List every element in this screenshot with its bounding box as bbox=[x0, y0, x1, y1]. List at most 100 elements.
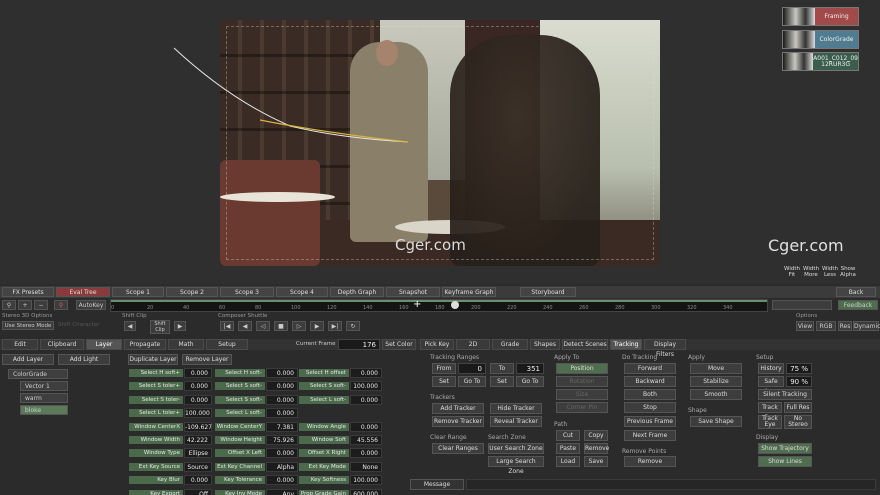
current-frame-field[interactable]: 176 bbox=[338, 339, 380, 350]
feedback-button[interactable]: Feedback bbox=[838, 300, 878, 310]
no-stereo-button[interactable]: No Stereo bbox=[784, 415, 812, 429]
tab-storyboard[interactable]: Storyboard bbox=[520, 287, 576, 297]
loop-icon[interactable]: ↻ bbox=[346, 321, 360, 331]
param-value[interactable]: 0.000 bbox=[350, 368, 382, 378]
param-value[interactable]: 45.556 bbox=[350, 435, 382, 445]
both-button[interactable]: Both bbox=[624, 389, 676, 400]
step-back-icon[interactable]: ◀ bbox=[238, 321, 252, 331]
reveal-tracker-button[interactable]: Reveal Tracker bbox=[490, 416, 542, 427]
param-value[interactable]: 100.000 bbox=[350, 381, 382, 392]
tab-display-filters[interactable]: Display Filters bbox=[644, 339, 686, 358]
dynamic-button[interactable]: Dynamic bbox=[853, 321, 880, 331]
tab-scope-3[interactable]: Scope 3 bbox=[220, 287, 274, 297]
key-icon[interactable]: ⚲ bbox=[54, 300, 68, 310]
full-res-button[interactable]: Full Res bbox=[784, 402, 812, 413]
param-value[interactable]: 0.000 bbox=[266, 368, 298, 378]
tab-detect-scenes[interactable]: Detect Scenes bbox=[562, 339, 608, 350]
layer-vector-1[interactable]: Vector 1 bbox=[20, 381, 68, 391]
stop-button[interactable]: Stop bbox=[624, 402, 676, 413]
param-value[interactable]: 100.000 bbox=[350, 475, 382, 486]
magnify-icon[interactable]: ⚲ bbox=[2, 300, 16, 310]
width-less-button[interactable]: Width Less bbox=[822, 266, 838, 278]
param-value[interactable]: Alpha bbox=[266, 461, 298, 472]
tab-grade[interactable]: Grade bbox=[492, 339, 528, 350]
param-value[interactable]: 0.000 bbox=[350, 421, 382, 432]
corner-pin-button[interactable]: Corner Pin bbox=[556, 402, 608, 413]
user-search-zone-button[interactable]: User Search Zone bbox=[488, 443, 544, 454]
view-button[interactable]: View bbox=[796, 321, 814, 331]
param-value[interactable]: None bbox=[350, 461, 382, 472]
keyframe-marker[interactable] bbox=[451, 301, 459, 309]
previous-frame-button[interactable]: Previous Frame bbox=[624, 416, 676, 427]
width-more-button[interactable]: Width More bbox=[803, 266, 819, 278]
back-button[interactable]: Back bbox=[836, 287, 876, 297]
copy-button[interactable]: Copy bbox=[584, 430, 608, 441]
param-value[interactable]: 0.000 bbox=[266, 448, 298, 459]
from-field[interactable]: 0 bbox=[458, 363, 486, 374]
tab-scope-1[interactable]: Scope 1 bbox=[112, 287, 164, 297]
next-frame-button[interactable]: Next Frame bbox=[624, 430, 676, 441]
tab-clipboard[interactable]: Clipboard bbox=[40, 339, 84, 350]
set-to-button[interactable]: Set bbox=[490, 376, 514, 387]
pick-key-button[interactable]: Pick Key bbox=[420, 339, 454, 350]
param-value[interactable]: 0.000 bbox=[266, 394, 298, 405]
param-value[interactable]: 600.000 bbox=[350, 488, 382, 495]
tab-setup[interactable]: Setup bbox=[206, 339, 248, 350]
shift-left-button[interactable]: ◀ bbox=[124, 321, 136, 331]
go-start-icon[interactable]: |◀ bbox=[220, 321, 234, 331]
remove-layer-button[interactable]: Remove Layer bbox=[182, 354, 232, 365]
load-button[interactable]: Load bbox=[556, 456, 580, 467]
history-field[interactable]: 75 % bbox=[786, 363, 812, 374]
show-alpha-button[interactable]: Show Alpha bbox=[840, 266, 856, 278]
playhead-icon[interactable]: + bbox=[413, 299, 421, 311]
tab-layer[interactable]: Layer bbox=[86, 339, 122, 350]
play-icon[interactable]: ▷ bbox=[292, 321, 306, 331]
step-forward-icon[interactable]: ▶ bbox=[310, 321, 324, 331]
tab-eval-tree[interactable]: Eval Tree bbox=[56, 287, 110, 297]
tab-shapes[interactable]: Shapes bbox=[530, 339, 560, 350]
remove-points-button[interactable]: Remove bbox=[624, 456, 676, 467]
add-tracker-button[interactable]: Add Tracker bbox=[432, 403, 484, 414]
show-trajectory-button[interactable]: Show Trajectory bbox=[758, 443, 812, 454]
param-value[interactable]: 0.000 bbox=[266, 381, 298, 392]
param-value[interactable]: 7.381 bbox=[266, 421, 298, 432]
backward-button[interactable]: Backward bbox=[624, 376, 676, 387]
clear-ranges-button[interactable]: Clear Ranges bbox=[432, 443, 484, 454]
tab-depth-graph[interactable]: Depth Graph bbox=[330, 287, 384, 297]
save-button[interactable]: Save bbox=[584, 456, 608, 467]
goto-from-button[interactable]: Go To bbox=[458, 376, 486, 387]
zoom-in-icon[interactable]: + bbox=[18, 300, 32, 310]
param-value[interactable]: Off bbox=[184, 488, 212, 495]
layer-colorgrade[interactable]: ColorGrade bbox=[8, 369, 68, 379]
move-button[interactable]: Move bbox=[690, 363, 742, 374]
cut-button[interactable]: Cut bbox=[556, 430, 580, 441]
layer-warm[interactable]: warm bbox=[20, 393, 68, 403]
hide-tracker-button[interactable]: Hide Tracker bbox=[490, 403, 542, 414]
tab-keyframe-graph[interactable]: Keyframe Graph bbox=[442, 287, 496, 297]
tab-scope-4[interactable]: Scope 4 bbox=[276, 287, 328, 297]
param-value[interactable]: 0.000 bbox=[184, 475, 212, 486]
param-value[interactable]: 100.000 bbox=[184, 408, 212, 419]
add-layer-button[interactable]: Add Layer bbox=[2, 354, 54, 365]
width-fit-button[interactable]: Width Fit bbox=[784, 266, 800, 278]
smooth-button[interactable]: Smooth bbox=[690, 389, 742, 400]
goto-to-button[interactable]: Go To bbox=[516, 376, 544, 387]
duplicate-layer-button[interactable]: Duplicate Layer bbox=[128, 354, 178, 365]
param-value[interactable]: 0.000 bbox=[350, 448, 382, 459]
rgb-button[interactable]: RGB bbox=[816, 321, 836, 331]
paste-button[interactable]: Paste bbox=[556, 443, 580, 454]
silent-tracking-button[interactable]: Silent Tracking bbox=[758, 389, 812, 400]
layer-bloke[interactable]: bloke bbox=[20, 405, 68, 415]
tab-tracking[interactable]: Tracking bbox=[610, 339, 642, 350]
param-value[interactable]: Source bbox=[184, 461, 212, 472]
tab-propagate[interactable]: Propagate bbox=[124, 339, 166, 350]
param-value[interactable]: 42.222 bbox=[184, 435, 212, 445]
tab-math[interactable]: Math bbox=[168, 339, 204, 350]
size-button[interactable]: Size bbox=[556, 389, 608, 400]
node-source-clip[interactable]: A001_C012_09 12RUR3G bbox=[782, 52, 859, 71]
go-end-icon[interactable]: ▶| bbox=[328, 321, 342, 331]
add-light-button[interactable]: Add Light bbox=[58, 354, 110, 365]
param-value[interactable]: -109.627 bbox=[184, 421, 212, 432]
rotation-button[interactable]: Rotation bbox=[556, 376, 608, 387]
tab-edit[interactable]: Edit bbox=[2, 339, 38, 350]
